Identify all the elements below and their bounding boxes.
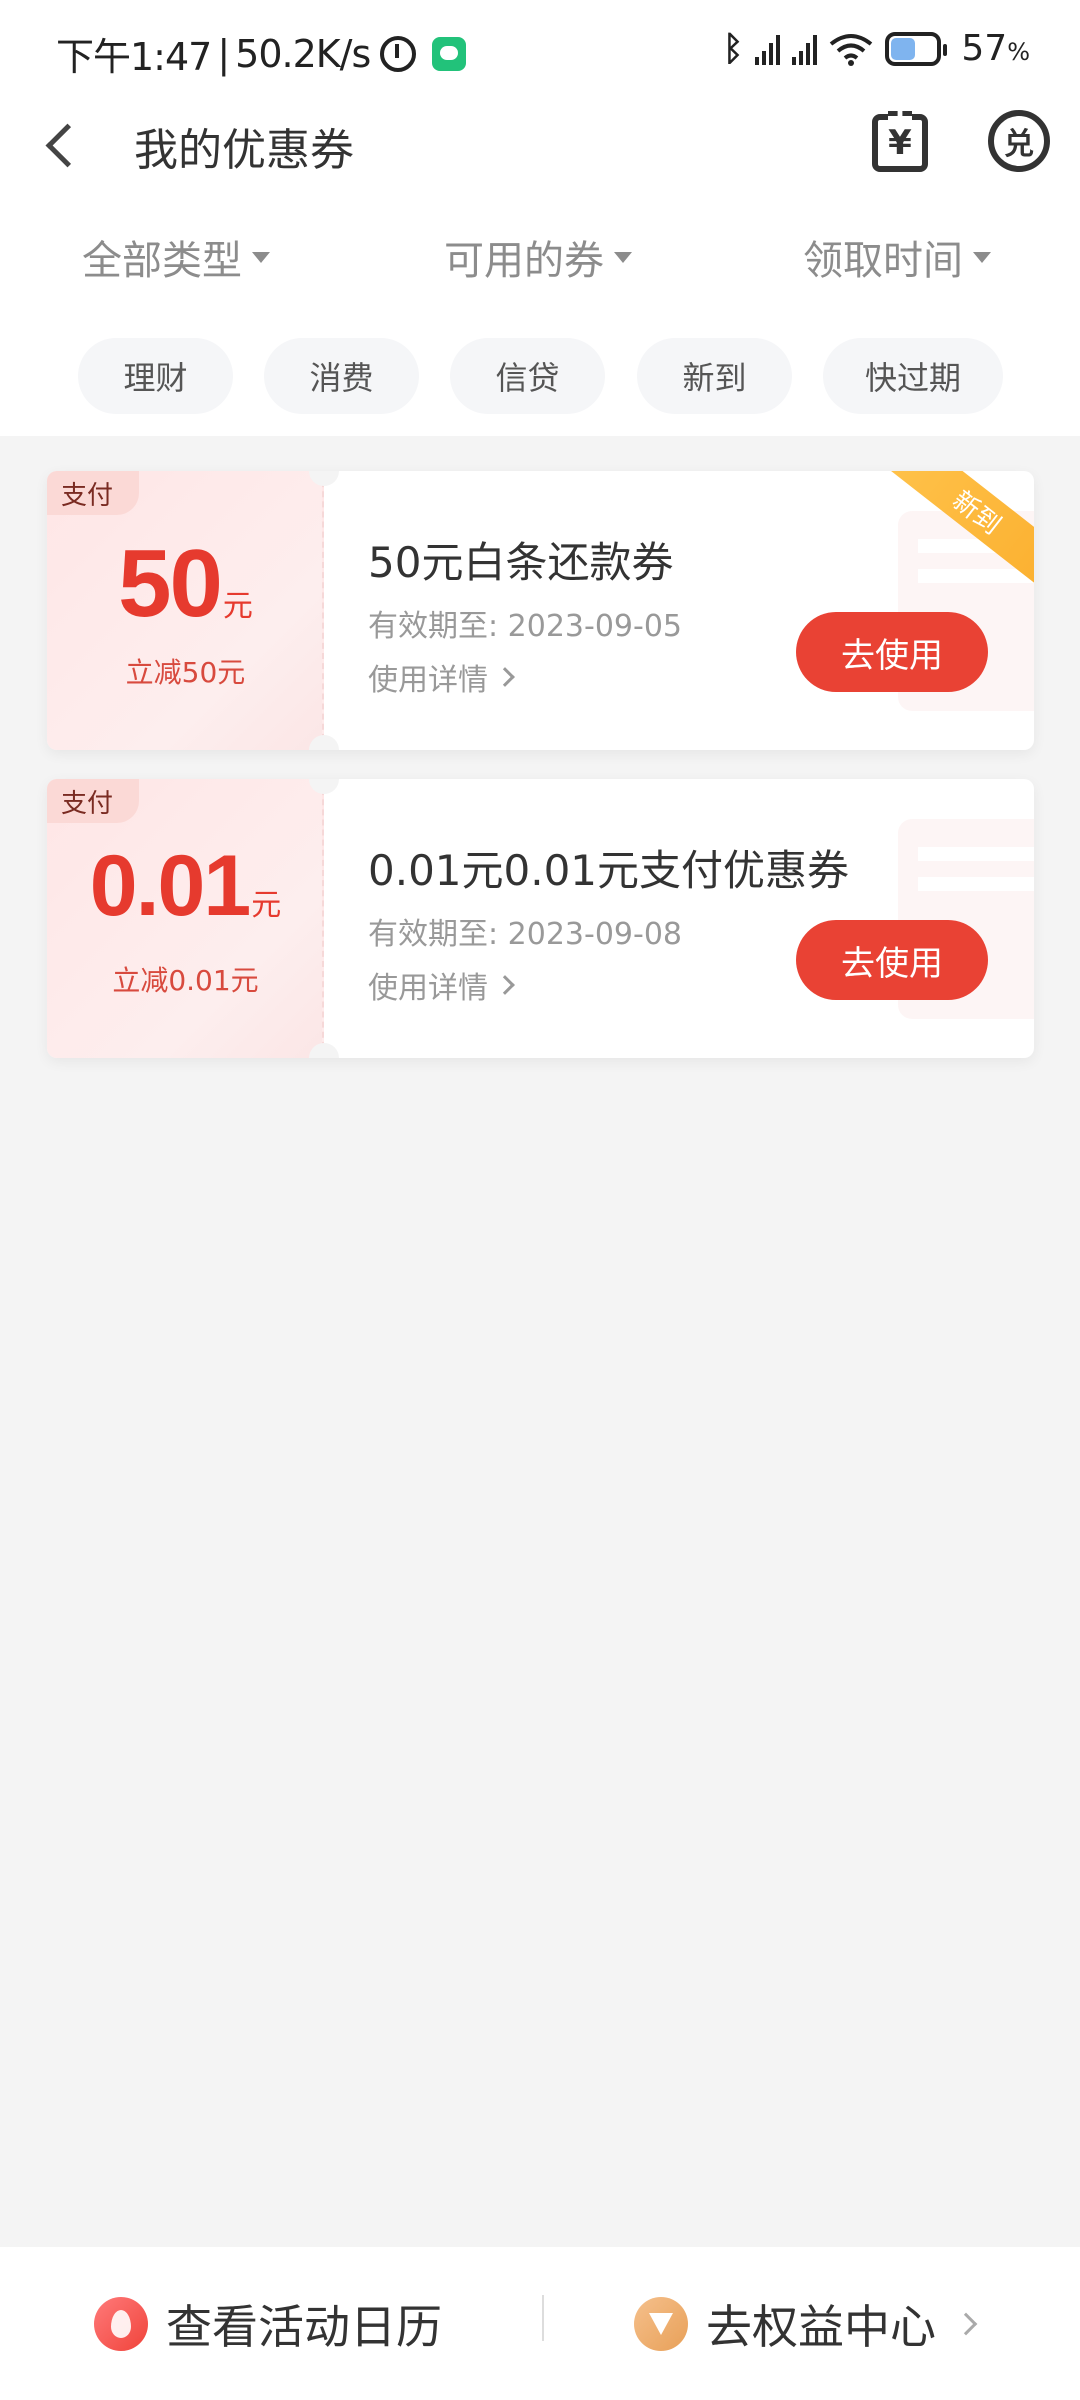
chevron-right-icon [495,667,515,687]
coupon-title: 50元白条还款券 [368,538,674,587]
coupon-expiry: 有效期至: 2023-09-08 [368,917,682,952]
filter-type-dropdown[interactable]: 全部类型 [82,228,270,286]
filter-status-dropdown[interactable]: 可用的券 [444,228,632,286]
chevron-right-icon [954,2312,978,2336]
filter-time-dropdown[interactable]: 领取时间 [803,228,991,286]
coupon-card[interactable]: 支付 50元 立减50元 新到 50元白条还款券 有效期至: 2023-09-0… [47,471,1034,750]
status-bar: 下午1:47 | 50.2K/s ᛒ 57% [0,0,1080,100]
activity-calendar-link[interactable]: 查看活动日历 [94,2291,442,2357]
chevron-right-icon [495,975,515,995]
coupon-discount-text: 立减50元 [125,656,246,689]
nav-bar: 我的优惠券 ¥ 兑 [0,100,1080,190]
fire-icon [94,2297,148,2351]
caret-down-icon [614,251,632,263]
battery-value: 57 [961,28,1008,69]
caret-down-icon [973,251,991,263]
coupon-amount: 0.01元 [47,837,324,936]
coupon-amount-value: 0.01 [89,838,251,934]
bill-icon-glyph: ¥ [888,123,912,163]
benefits-center-link[interactable]: 去权益中心 [634,2291,978,2357]
coupon-card[interactable]: 支付 0.01元 立减0.01元 0.01元0.01元支付优惠券 有效期至: 2… [47,779,1034,1058]
coupon-detail-link[interactable]: 使用详情 [368,963,515,1007]
bluetooth-icon: ᛒ [722,28,744,69]
filter-bar: 全部类型 可用的券 领取时间 [0,228,1080,294]
battery-percent: 57% [961,28,1030,69]
use-coupon-button[interactable]: 去使用 [796,920,988,1000]
coupon-discount-text: 立减0.01元 [112,964,259,997]
coupon-amount-panel: 支付 0.01元 立减0.01元 [47,779,324,1058]
exchange-icon[interactable]: 兑 [988,110,1050,172]
wechat-notification-icon [432,36,467,71]
category-chips: 理财 消费 信贷 新到 快过期 [0,338,1080,414]
chip-xiaofei[interactable]: 消费 [264,338,419,414]
coupon-category-tag: 支付 [47,471,140,515]
detail-label: 使用详情 [368,971,488,1006]
wifi-icon [830,33,873,66]
filter-label: 领取时间 [803,238,963,284]
coupon-amount-unit: 元 [251,888,282,923]
detail-label: 使用详情 [368,663,488,698]
caret-down-icon [252,251,270,263]
coupon-amount-value: 50 [118,530,223,637]
back-button[interactable] [40,118,90,172]
divider [542,2295,544,2341]
chip-xindai[interactable]: 信贷 [450,338,605,414]
header-area: 下午1:47 | 50.2K/s ᛒ 57% 我的优惠券 ¥ 兑 全部类型 可用… [0,0,1080,436]
coupon-amount-unit: 元 [222,589,253,624]
exchange-icon-glyph: 兑 [1004,127,1034,162]
use-coupon-button[interactable]: 去使用 [796,612,988,692]
coupon-title: 0.01元0.01元支付优惠券 [368,846,850,895]
battery-icon [885,31,948,66]
alarm-icon [380,35,417,72]
coupon-expiry: 有效期至: 2023-09-05 [368,609,682,644]
benefits-center-label: 去权益中心 [706,2300,936,2354]
chip-licai[interactable]: 理财 [78,338,233,414]
filter-label: 可用的券 [444,238,604,284]
signal-icon-1 [755,33,781,65]
coupon-amount: 50元 [47,529,324,639]
bottom-bar: 查看活动日历 去权益中心 [0,2247,1080,2400]
chip-new[interactable]: 新到 [637,338,792,414]
coupon-detail-link[interactable]: 使用详情 [368,655,515,699]
coupon-category-tag: 支付 [47,779,140,823]
status-separator: | [217,31,230,76]
activity-calendar-label: 查看活动日历 [166,2300,442,2354]
filter-label: 全部类型 [82,238,242,284]
chip-expiring[interactable]: 快过期 [823,338,1003,414]
status-net-speed: 50.2K/s [235,31,371,76]
coupon-amount-panel: 支付 50元 立减50元 [47,471,324,750]
signal-icon-2 [792,33,818,65]
page-title: 我的优惠券 [134,125,354,176]
diamond-icon [634,2297,688,2351]
status-time: 下午1:47 [56,35,212,79]
bill-icon[interactable]: ¥ [872,111,928,172]
battery-unit: % [1007,38,1030,66]
